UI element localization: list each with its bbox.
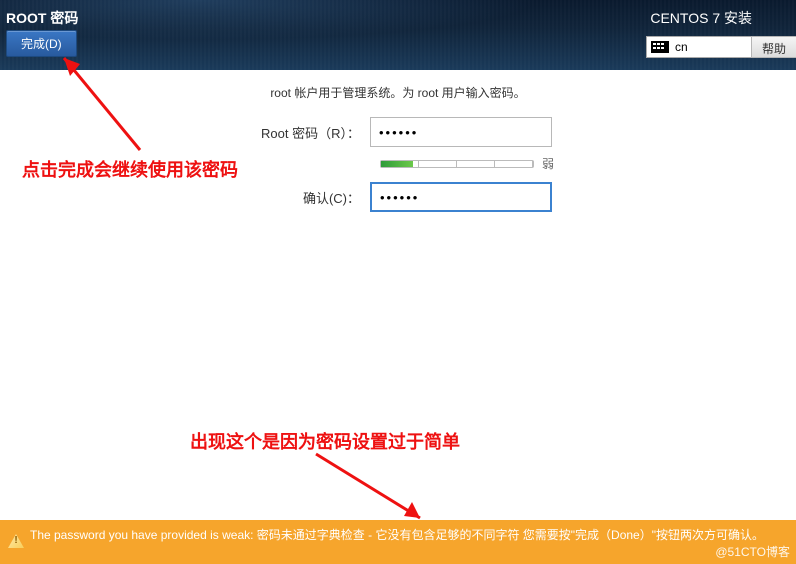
installer-title: CENTOS 7 安装 bbox=[650, 8, 752, 28]
page-title: ROOT 密码 bbox=[6, 8, 78, 28]
annotation-arrow-2 bbox=[310, 448, 440, 528]
warning-bar: The password you have provided is weak: … bbox=[0, 520, 796, 564]
installer-header: ROOT 密码 CENTOS 7 安装 完成(D) cn 帮助 bbox=[0, 0, 796, 70]
form-description: root 帐户用于管理系统。为 root 用户输入密码。 bbox=[0, 84, 796, 101]
root-password-form: root 帐户用于管理系统。为 root 用户输入密码。 Root 密码（R）：… bbox=[0, 78, 796, 220]
password-label: Root 密码（R）： bbox=[200, 123, 370, 142]
annotation-text-2: 出现这个是因为密码设置过于简单 bbox=[190, 428, 460, 454]
confirm-row: 确认(C)： bbox=[0, 182, 796, 212]
strength-fill bbox=[381, 161, 413, 167]
annotation-text-1: 点击完成会继续使用该密码 bbox=[22, 156, 238, 182]
done-button[interactable]: 完成(D) bbox=[6, 30, 77, 57]
warning-message: The password you have provided is weak: … bbox=[30, 528, 764, 542]
help-button[interactable]: 帮助 bbox=[751, 36, 796, 58]
keyboard-layout-selector[interactable]: cn bbox=[646, 36, 752, 58]
watermark: @51CTO博客 bbox=[715, 543, 790, 560]
warning-icon bbox=[8, 534, 24, 548]
confirm-password-input[interactable] bbox=[370, 182, 552, 212]
strength-label: 弱 bbox=[542, 155, 554, 172]
confirm-label: 确认(C)： bbox=[200, 188, 370, 207]
keyboard-icon bbox=[651, 41, 669, 53]
password-row: Root 密码（R）： bbox=[0, 117, 796, 147]
root-password-input[interactable] bbox=[370, 117, 552, 147]
keyboard-layout-label: cn bbox=[675, 40, 688, 54]
password-strength-meter bbox=[380, 160, 534, 168]
